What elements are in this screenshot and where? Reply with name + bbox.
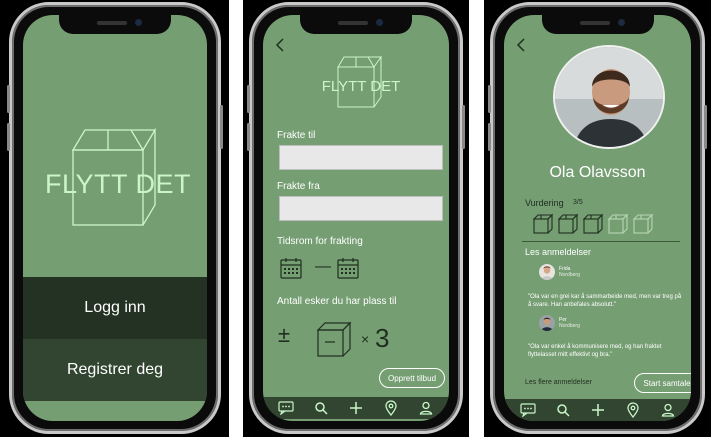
profile-screen: Ola Olavsson Vurdering 3/5 Les anmeldels… (504, 15, 691, 421)
tab-bar (504, 399, 691, 421)
create-offer-screen: FLYTT DET Frakte til Frakte fra Tidsrom … (263, 15, 449, 421)
phone-panel-3: Ola Olavsson Vurdering 3/5 Les anmeldels… (484, 0, 711, 437)
more-reviews-link[interactable]: Les flere anmeldelser (525, 379, 592, 386)
reviewer-subtitle: Nordberg (559, 323, 580, 329)
box-icon (316, 321, 352, 357)
rating-box-empty-icon (632, 213, 654, 234)
phone-frame: FLYTT DET Logg inn Registrer deg (7, 2, 223, 434)
side-button (704, 105, 707, 149)
side-button (488, 123, 491, 151)
phone-notch (59, 15, 171, 34)
logo-text: FLYTT DET (44, 169, 191, 199)
times-symbol: × (361, 331, 370, 347)
start-chat-button[interactable]: Start samtale (634, 373, 691, 393)
side-button (220, 105, 223, 149)
rating-box-empty-icon (607, 213, 629, 234)
rating-text: 3/5 (573, 199, 583, 206)
reviewer-1: Frida Nordberg (539, 264, 580, 280)
app-logo: FLYTT DET (43, 125, 193, 235)
phone-frame: FLYTT DET Frakte til Frakte fra Tidsrom … (247, 2, 465, 434)
review-text: "Ola var enkel å kommunisere med, og han… (528, 344, 662, 358)
phone-panel-1: FLYTT DET Logg inn Registrer deg (0, 0, 229, 437)
login-button[interactable]: Logg inn (23, 277, 207, 339)
review-text: "Ola var en grei kar å sammarbeide med, … (528, 294, 682, 308)
side-button (462, 105, 465, 149)
phone-notch (541, 15, 654, 34)
rating-box-filled-icon (582, 213, 604, 234)
register-button[interactable]: Registrer deg (23, 339, 207, 401)
back-arrow-icon[interactable] (514, 37, 528, 53)
calendar-start-icon[interactable] (280, 257, 302, 279)
user-icon[interactable] (417, 399, 435, 417)
back-arrow-icon[interactable] (273, 37, 287, 53)
divider (522, 241, 680, 242)
create-offer-button[interactable]: Opprett tilbud (379, 368, 445, 388)
to-input[interactable] (279, 145, 443, 170)
to-label: Frakte til (277, 130, 316, 141)
boxes-label: Antall esker du har plass til (277, 296, 397, 307)
box-count: 3 (375, 323, 390, 353)
rating-label: Vurdering (525, 198, 564, 208)
app-logo: FLYTT DET (311, 53, 411, 111)
tab-bar (263, 397, 449, 419)
location-icon[interactable] (382, 399, 400, 417)
phone-panel-2: FLYTT DET Frakte til Frakte fra Tidsrom … (243, 0, 469, 437)
profile-photo (555, 47, 663, 147)
profile-name: Ola Olavsson (549, 164, 646, 181)
chat-icon[interactable] (277, 399, 295, 417)
plus-icon[interactable] (347, 399, 365, 417)
rating-box-filled-icon (532, 213, 554, 234)
phone-frame: Ola Olavsson Vurdering 3/5 Les anmeldels… (488, 2, 707, 434)
time-label: Tidsrom for frakting (277, 236, 363, 247)
from-input[interactable] (279, 196, 443, 221)
rating-box-filled-icon (557, 213, 579, 234)
avatar (539, 315, 555, 331)
side-button (7, 123, 10, 151)
side-button (488, 85, 491, 113)
date-separator: — (315, 258, 331, 275)
side-button (247, 85, 250, 113)
logo-text: FLYTT DET (321, 78, 401, 95)
plus-icon[interactable] (589, 401, 607, 419)
rating-boxes (532, 213, 654, 235)
user-icon[interactable] (659, 401, 677, 419)
avatar (539, 264, 555, 280)
welcome-screen: FLYTT DET Logg inn Registrer deg (23, 15, 207, 421)
reviewer-subtitle: Nordberg (559, 272, 580, 278)
from-label: Frakte fra (277, 181, 320, 192)
phone-notch (300, 15, 412, 34)
side-button (247, 123, 250, 151)
search-icon[interactable] (554, 401, 572, 419)
plus-minus-stepper[interactable]: ± (278, 322, 290, 348)
location-icon[interactable] (624, 401, 642, 419)
profile-avatar (553, 45, 665, 149)
search-icon[interactable] (312, 399, 330, 417)
chat-icon[interactable] (519, 401, 537, 419)
reviewer-2: Per Nordberg (539, 315, 580, 331)
calendar-end-icon[interactable] (337, 257, 359, 279)
side-button (7, 85, 10, 113)
reviews-title: Les anmeldelser (525, 247, 592, 257)
